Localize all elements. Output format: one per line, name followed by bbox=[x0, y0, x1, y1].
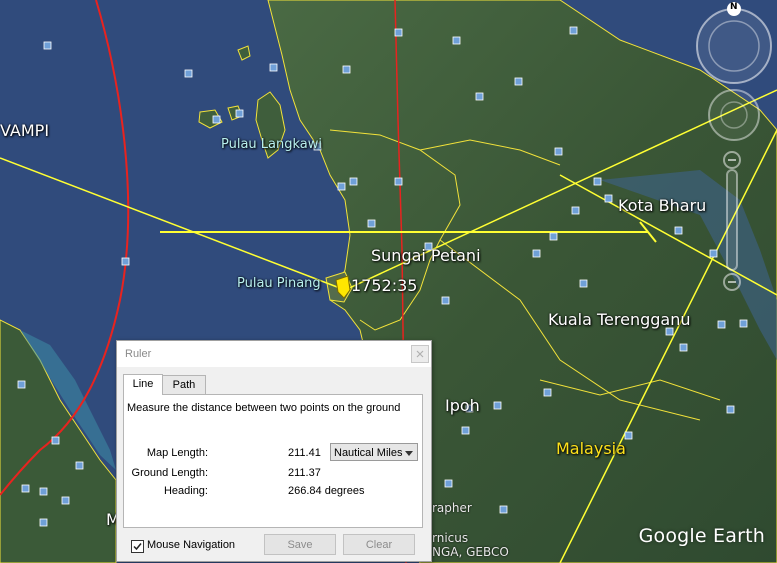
copyright-line-3: NGA, GEBCO bbox=[432, 545, 509, 559]
copyright-line-2: rnicus bbox=[432, 531, 469, 545]
copyright-line-1: rapher bbox=[432, 501, 472, 515]
heading-value: 266.84 degrees bbox=[288, 485, 365, 497]
ruler-dialog: Ruler Line Path Measure the distance bet… bbox=[116, 340, 432, 562]
line-tab-panel: Measure the distance between two points … bbox=[123, 394, 423, 528]
save-button[interactable]: Save bbox=[264, 534, 336, 555]
mouse-navigation-label: Mouse Navigation bbox=[147, 539, 236, 551]
label-kuala-terengganu: Kuala Terengganu bbox=[548, 310, 691, 329]
label-vampi: VAMPI bbox=[0, 121, 50, 140]
close-icon bbox=[416, 350, 424, 358]
placemark-label: 1752:35 bbox=[351, 276, 418, 295]
heading-label: Heading: bbox=[163, 485, 208, 497]
label-sungai-petani: Sungai Petani bbox=[371, 246, 481, 265]
compass-north-letter: N bbox=[730, 2, 738, 12]
look-joystick-icon[interactable] bbox=[708, 89, 760, 141]
clear-button[interactable]: Clear bbox=[343, 534, 415, 555]
chevron-down-icon bbox=[405, 451, 413, 456]
tab-line[interactable]: Line bbox=[123, 374, 163, 395]
map-length-value: 211.41 bbox=[288, 447, 321, 459]
unit-dropdown[interactable]: Nautical Miles bbox=[330, 443, 418, 461]
close-button[interactable] bbox=[411, 345, 429, 363]
label-kota-bharu: Kota Bharu bbox=[618, 196, 707, 215]
label-malaysia: Malaysia bbox=[556, 439, 626, 458]
label-pulau-pinang: Pulau Pinang bbox=[237, 276, 321, 291]
ground-length-value: 211.37 bbox=[288, 467, 321, 479]
google-earth-watermark: Google Earth bbox=[638, 525, 765, 547]
ruler-title: Ruler bbox=[125, 348, 152, 360]
map-length-label: Map Length: bbox=[146, 447, 208, 459]
mouse-navigation-checkbox[interactable] bbox=[131, 540, 144, 553]
ground-length-label: Ground Length: bbox=[131, 467, 208, 479]
label-pulau-langkawi: Pulau Langkawi bbox=[221, 137, 323, 152]
tab-path[interactable]: Path bbox=[162, 375, 206, 394]
label-ipoh: Ipoh bbox=[445, 396, 480, 415]
ruler-description: Measure the distance between two points … bbox=[127, 402, 401, 414]
ruler-titlebar[interactable]: Ruler bbox=[117, 341, 431, 367]
unit-dropdown-value: Nautical Miles bbox=[334, 447, 403, 459]
checkmark-icon bbox=[133, 543, 142, 551]
